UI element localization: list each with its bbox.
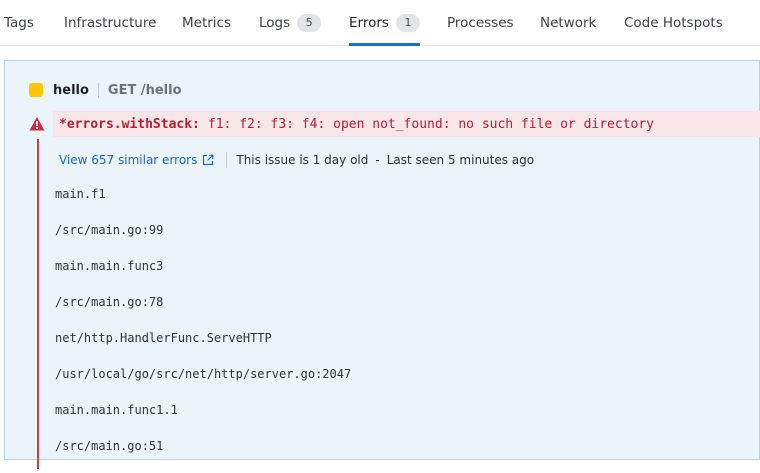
error-message-box: *errors.withStack: f1: f2: f3: f4: open … [53,111,760,137]
error-summary: *errors.withStack: f1: f2: f3: f4: open … [29,111,760,137]
stack-frame-location: /src/main.go:78 [55,295,164,309]
warning-triangle-icon [29,117,45,131]
error-panel: hello GET /hello *errors.withStack: f1: … [4,60,760,469]
tab-tags[interactable]: Tags [4,0,34,46]
stack-frame-location: /src/main.go:99 [55,223,164,237]
tab-label: Processes [447,15,514,31]
similar-errors-link[interactable]: View 657 similar errors [59,153,197,167]
tab-label: Logs [259,15,291,31]
count-badge: 5 [297,14,322,32]
active-tab-indicator [349,43,420,46]
error-type: *errors.withStack: [59,116,200,132]
stack-trace: main.f1 /src/main.go:99 main.main.func3 … [55,185,351,473]
tab-label: Infrastructure [64,15,157,31]
tab-metrics[interactable]: Metrics [182,0,231,46]
divider [97,82,99,98]
tab-label: Tags [4,15,34,31]
tab-bar: Tags Infrastructure Metrics Logs 5 Error… [0,0,760,46]
divider [226,152,228,168]
error-meta: View 657 similar errors This issue is 1 … [59,151,534,169]
tab-label: Metrics [182,15,232,31]
count-badge: 1 [395,14,420,32]
tab-errors[interactable]: Errors 1 [349,0,420,46]
last-seen: Last seen 5 minutes ago [386,153,535,167]
stack-frame: net/http.HandlerFunc.ServeHTTP [55,331,272,345]
external-link-icon[interactable] [202,154,214,166]
stack-frame: main.main.func1.1 [55,403,178,417]
error-message: f1: f2: f3: f4: open not_found: no such … [207,116,655,132]
stack-frame: main.main.func3 [55,259,164,273]
span-header: hello GET /hello [29,81,182,99]
issue-age: This issue is 1 day old [236,153,369,167]
tab-infrastructure[interactable]: Infrastructure [64,0,156,46]
tab-network[interactable]: Network [540,0,596,46]
service-color-swatch [29,83,43,97]
meta-separator: - [375,153,380,167]
stack-frame: main.f1 [55,187,106,201]
tab-processes[interactable]: Processes [447,0,514,46]
stack-frame-location: /usr/local/go/src/net/http/server.go:204… [55,367,352,381]
tab-label: Network [540,15,597,31]
tab-label: Errors [349,15,389,31]
error-timeline-bar [37,139,39,469]
tab-label: Code Hotspots [624,15,723,31]
stack-frame-location: /src/main.go:51 [55,439,164,453]
service-name[interactable]: hello [53,83,89,98]
tab-logs[interactable]: Logs 5 [259,0,322,46]
resource-name: GET /hello [107,82,182,98]
tab-code-hotspots[interactable]: Code Hotspots [624,0,723,46]
